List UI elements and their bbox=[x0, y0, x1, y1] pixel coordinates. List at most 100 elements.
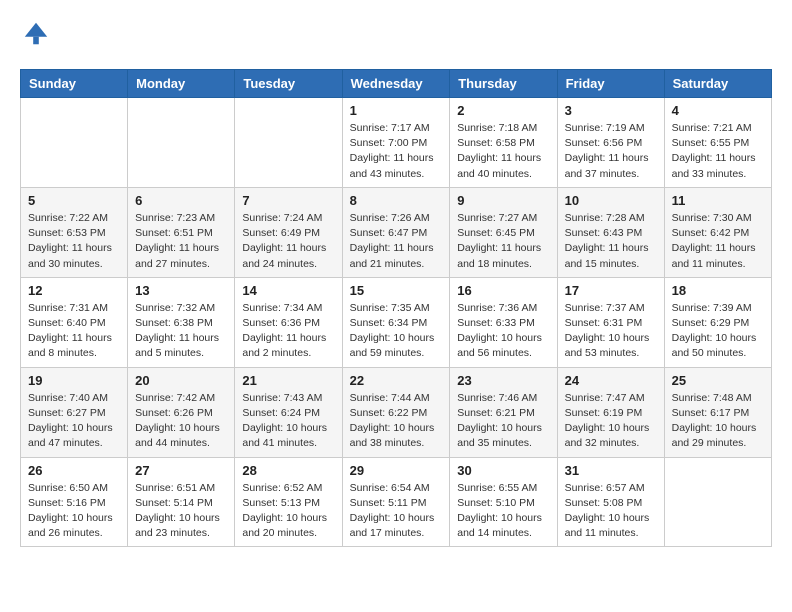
day-number: 18 bbox=[672, 283, 764, 298]
calendar-day-cell: 4 Sunrise: 7:21 AM Sunset: 6:55 PM Daylig… bbox=[664, 98, 771, 188]
calendar-week-row: 12Sunrise: 7:31 AM Sunset: 6:40 PM Dayli… bbox=[21, 277, 772, 367]
calendar-day-cell: 18 Sunrise: 7:39 AM Sunset: 6:29 PM Dayli… bbox=[664, 277, 771, 367]
calendar-week-row: 1 Sunrise: 7:17 AM Sunset: 7:00 PM Daylig… bbox=[21, 98, 772, 188]
day-info: Sunrise: 7:44 AM Sunset: 6:22 PM Dayligh… bbox=[350, 391, 443, 452]
day-info: Sunrise: 7:28 AM Sunset: 6:43 PM Dayligh… bbox=[565, 211, 657, 272]
day-number: 19 bbox=[28, 373, 120, 388]
calendar-day-cell: 5 Sunrise: 7:22 AM Sunset: 6:53 PM Daylig… bbox=[21, 187, 128, 277]
day-number: 5 bbox=[28, 193, 120, 208]
day-number: 31 bbox=[565, 463, 657, 478]
calendar-day-cell: 13Sunrise: 7:32 AM Sunset: 6:38 PM Dayli… bbox=[128, 277, 235, 367]
day-info: Sunrise: 7:18 AM Sunset: 6:58 PM Dayligh… bbox=[457, 121, 549, 182]
day-number: 4 bbox=[672, 103, 764, 118]
day-number: 16 bbox=[457, 283, 549, 298]
calendar-day-cell: 9Sunrise: 7:27 AM Sunset: 6:45 PM Daylig… bbox=[450, 187, 557, 277]
calendar-week-row: 5 Sunrise: 7:22 AM Sunset: 6:53 PM Daylig… bbox=[21, 187, 772, 277]
calendar-day-cell: 14 Sunrise: 7:34 AM Sunset: 6:36 PM Dayli… bbox=[235, 277, 342, 367]
day-info: Sunrise: 7:24 AM Sunset: 6:49 PM Dayligh… bbox=[242, 211, 334, 272]
day-info: Sunrise: 7:26 AM Sunset: 6:47 PM Dayligh… bbox=[350, 211, 443, 272]
calendar-day-cell bbox=[21, 98, 128, 188]
day-info: Sunrise: 7:17 AM Sunset: 7:00 PM Dayligh… bbox=[350, 121, 443, 182]
calendar-day-cell: 7 Sunrise: 7:24 AM Sunset: 6:49 PM Daylig… bbox=[235, 187, 342, 277]
day-of-week-header: Thursday bbox=[450, 70, 557, 98]
day-info: Sunrise: 7:48 AM Sunset: 6:17 PM Dayligh… bbox=[672, 391, 764, 452]
day-info: Sunrise: 7:36 AM Sunset: 6:33 PM Dayligh… bbox=[457, 301, 549, 362]
day-of-week-header: Wednesday bbox=[342, 70, 450, 98]
day-info: Sunrise: 7:22 AM Sunset: 6:53 PM Dayligh… bbox=[28, 211, 120, 272]
calendar-day-cell bbox=[128, 98, 235, 188]
logo bbox=[20, 20, 52, 53]
calendar-day-cell: 3 Sunrise: 7:19 AM Sunset: 6:56 PM Daylig… bbox=[557, 98, 664, 188]
calendar-day-cell: 30 Sunrise: 6:55 AM Sunset: 5:10 PM Dayli… bbox=[450, 457, 557, 547]
calendar-day-cell: 2 Sunrise: 7:18 AM Sunset: 6:58 PM Daylig… bbox=[450, 98, 557, 188]
day-number: 2 bbox=[457, 103, 549, 118]
calendar-day-cell: 11Sunrise: 7:30 AM Sunset: 6:42 PM Dayli… bbox=[664, 187, 771, 277]
calendar-week-row: 19 Sunrise: 7:40 AM Sunset: 6:27 PM Dayli… bbox=[21, 367, 772, 457]
calendar-day-cell: 16 Sunrise: 7:36 AM Sunset: 6:33 PM Dayli… bbox=[450, 277, 557, 367]
calendar-day-cell: 24Sunrise: 7:47 AM Sunset: 6:19 PM Dayli… bbox=[557, 367, 664, 457]
day-of-week-header: Friday bbox=[557, 70, 664, 98]
day-number: 7 bbox=[242, 193, 334, 208]
day-info: Sunrise: 6:54 AM Sunset: 5:11 PM Dayligh… bbox=[350, 481, 443, 542]
day-number: 14 bbox=[242, 283, 334, 298]
day-info: Sunrise: 7:37 AM Sunset: 6:31 PM Dayligh… bbox=[565, 301, 657, 362]
day-number: 24 bbox=[565, 373, 657, 388]
day-number: 29 bbox=[350, 463, 443, 478]
day-number: 30 bbox=[457, 463, 549, 478]
day-number: 17 bbox=[565, 283, 657, 298]
calendar-table: SundayMondayTuesdayWednesdayThursdayFrid… bbox=[20, 69, 772, 547]
calendar-header-row: SundayMondayTuesdayWednesdayThursdayFrid… bbox=[21, 70, 772, 98]
calendar-day-cell: 21Sunrise: 7:43 AM Sunset: 6:24 PM Dayli… bbox=[235, 367, 342, 457]
day-number: 9 bbox=[457, 193, 549, 208]
page-container: SundayMondayTuesdayWednesdayThursdayFrid… bbox=[0, 0, 792, 557]
day-number: 11 bbox=[672, 193, 764, 208]
day-number: 3 bbox=[565, 103, 657, 118]
day-info: Sunrise: 7:23 AM Sunset: 6:51 PM Dayligh… bbox=[135, 211, 227, 272]
calendar-day-cell: 22 Sunrise: 7:44 AM Sunset: 6:22 PM Dayli… bbox=[342, 367, 450, 457]
day-info: Sunrise: 7:40 AM Sunset: 6:27 PM Dayligh… bbox=[28, 391, 120, 452]
day-number: 6 bbox=[135, 193, 227, 208]
calendar-day-cell: 1 Sunrise: 7:17 AM Sunset: 7:00 PM Daylig… bbox=[342, 98, 450, 188]
day-of-week-header: Monday bbox=[128, 70, 235, 98]
day-info: Sunrise: 7:21 AM Sunset: 6:55 PM Dayligh… bbox=[672, 121, 764, 182]
header bbox=[20, 20, 772, 53]
day-info: Sunrise: 7:35 AM Sunset: 6:34 PM Dayligh… bbox=[350, 301, 443, 362]
calendar-day-cell: 29 Sunrise: 6:54 AM Sunset: 5:11 PM Dayli… bbox=[342, 457, 450, 547]
day-number: 15 bbox=[350, 283, 443, 298]
day-info: Sunrise: 6:51 AM Sunset: 5:14 PM Dayligh… bbox=[135, 481, 227, 542]
day-number: 20 bbox=[135, 373, 227, 388]
day-info: Sunrise: 7:43 AM Sunset: 6:24 PM Dayligh… bbox=[242, 391, 334, 452]
day-number: 26 bbox=[28, 463, 120, 478]
calendar-day-cell: 23Sunrise: 7:46 AM Sunset: 6:21 PM Dayli… bbox=[450, 367, 557, 457]
calendar-day-cell bbox=[664, 457, 771, 547]
calendar-day-cell: 8 Sunrise: 7:26 AM Sunset: 6:47 PM Daylig… bbox=[342, 187, 450, 277]
day-of-week-header: Sunday bbox=[21, 70, 128, 98]
day-number: 22 bbox=[350, 373, 443, 388]
calendar-day-cell: 20 Sunrise: 7:42 AM Sunset: 6:26 PM Dayli… bbox=[128, 367, 235, 457]
day-info: Sunrise: 7:34 AM Sunset: 6:36 PM Dayligh… bbox=[242, 301, 334, 362]
day-info: Sunrise: 6:52 AM Sunset: 5:13 PM Dayligh… bbox=[242, 481, 334, 542]
day-number: 12 bbox=[28, 283, 120, 298]
day-info: Sunrise: 6:50 AM Sunset: 5:16 PM Dayligh… bbox=[28, 481, 120, 542]
day-number: 8 bbox=[350, 193, 443, 208]
logo-icon bbox=[22, 20, 50, 48]
calendar-day-cell: 17 Sunrise: 7:37 AM Sunset: 6:31 PM Dayli… bbox=[557, 277, 664, 367]
day-number: 23 bbox=[457, 373, 549, 388]
day-info: Sunrise: 7:19 AM Sunset: 6:56 PM Dayligh… bbox=[565, 121, 657, 182]
day-number: 1 bbox=[350, 103, 443, 118]
day-number: 28 bbox=[242, 463, 334, 478]
calendar-day-cell: 31 Sunrise: 6:57 AM Sunset: 5:08 PM Dayli… bbox=[557, 457, 664, 547]
day-of-week-header: Tuesday bbox=[235, 70, 342, 98]
calendar-day-cell: 25Sunrise: 7:48 AM Sunset: 6:17 PM Dayli… bbox=[664, 367, 771, 457]
calendar-day-cell: 10Sunrise: 7:28 AM Sunset: 6:43 PM Dayli… bbox=[557, 187, 664, 277]
calendar-day-cell: 6 Sunrise: 7:23 AM Sunset: 6:51 PM Daylig… bbox=[128, 187, 235, 277]
day-info: Sunrise: 6:55 AM Sunset: 5:10 PM Dayligh… bbox=[457, 481, 549, 542]
day-info: Sunrise: 6:57 AM Sunset: 5:08 PM Dayligh… bbox=[565, 481, 657, 542]
calendar-week-row: 26 Sunrise: 6:50 AM Sunset: 5:16 PM Dayli… bbox=[21, 457, 772, 547]
calendar-day-cell bbox=[235, 98, 342, 188]
calendar-day-cell: 27Sunrise: 6:51 AM Sunset: 5:14 PM Dayli… bbox=[128, 457, 235, 547]
day-of-week-header: Saturday bbox=[664, 70, 771, 98]
day-info: Sunrise: 7:39 AM Sunset: 6:29 PM Dayligh… bbox=[672, 301, 764, 362]
calendar-day-cell: 19 Sunrise: 7:40 AM Sunset: 6:27 PM Dayli… bbox=[21, 367, 128, 457]
day-info: Sunrise: 7:42 AM Sunset: 6:26 PM Dayligh… bbox=[135, 391, 227, 452]
